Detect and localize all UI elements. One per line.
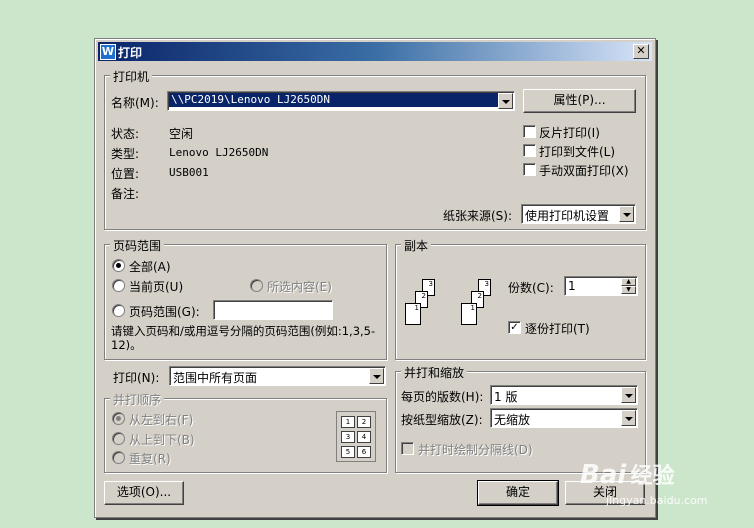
manual-duplex-label: 手动双面打印(X) — [539, 164, 629, 178]
watermark-suffix: 经验 — [630, 464, 675, 489]
order-cell: 5 — [341, 446, 355, 458]
stepper-down-icon[interactable]: ▼ — [621, 286, 636, 294]
close-window-button[interactable]: ✕ — [633, 44, 649, 59]
all-pages-label: 全部(A) — [129, 260, 171, 274]
order-cell: 4 — [357, 431, 371, 443]
repeat-label: 重复(R) — [129, 452, 171, 466]
order-cell: 2 — [357, 416, 371, 428]
printer-name-select[interactable]: \\PC2019\Lenovo LJ2650DN — [167, 91, 515, 111]
order-cell: 3 — [341, 431, 355, 443]
page-icon: 1 — [461, 303, 477, 325]
reverse-print-checkbox[interactable] — [523, 125, 536, 138]
properties-button[interactable]: 属性(P)... — [523, 89, 636, 113]
chevron-down-icon[interactable] — [619, 206, 634, 222]
all-pages-radio[interactable] — [112, 259, 125, 272]
collate-label: 逐份打印(T) — [525, 322, 590, 336]
order-preview: 1 2 3 4 5 6 — [336, 411, 376, 462]
print-what-value: 范围中所有页面 — [173, 371, 258, 385]
selection-radio[interactable] — [250, 279, 263, 292]
pages-per-sheet-label: 每页的版数(H): — [401, 390, 484, 404]
chevron-down-icon[interactable] — [621, 410, 636, 426]
stepper-up-icon[interactable]: ▲ — [621, 278, 636, 286]
print-what-select[interactable]: 范围中所有页面 — [169, 366, 386, 386]
copies-count-label: 份数(C): — [508, 281, 554, 295]
current-page-label: 当前页(U) — [129, 280, 184, 294]
options-button[interactable]: 选项(O)... — [104, 481, 184, 505]
copies-stack-icon: 3 2 1 — [405, 279, 447, 327]
page-icon: 1 — [405, 303, 421, 325]
copies-group-label: 副本 — [401, 237, 432, 254]
page-range-radio[interactable] — [112, 304, 125, 317]
top-to-bottom-radio[interactable] — [112, 432, 125, 445]
page-range-group-label: 页码范围 — [110, 237, 165, 254]
type-label: 类型: — [111, 147, 140, 161]
page-range-input[interactable] — [213, 300, 333, 320]
zoom-group-label: 并打和缩放 — [401, 364, 468, 381]
status-value: 空闲 — [169, 127, 194, 141]
print-what-label: 打印(N): — [113, 371, 160, 385]
scale-select[interactable]: 无缩放 — [490, 408, 638, 428]
left-to-right-radio[interactable] — [112, 412, 125, 425]
printer-group-label: 打印机 — [110, 68, 153, 85]
top-to-bottom-label: 从上到下(B) — [129, 433, 195, 447]
watermark-url: jingyan.baidu.com — [606, 494, 708, 507]
chevron-down-icon[interactable] — [621, 387, 636, 403]
copies-count-stepper[interactable]: 1 ▲ ▼ — [564, 276, 638, 296]
draw-lines-label: 并打时绘制分隔线(D) — [418, 443, 533, 457]
title-bar[interactable]: W 打印 ✕ — [98, 42, 652, 61]
repeat-radio[interactable] — [112, 451, 125, 464]
scale-value: 无缩放 — [494, 413, 531, 427]
draw-lines-checkbox[interactable] — [401, 442, 414, 455]
ok-button[interactable]: 确定 — [477, 480, 559, 506]
printer-name-value: \\PC2019\Lenovo LJ2650DN — [169, 93, 499, 107]
location-value: USB001 — [169, 166, 209, 179]
printer-name-label: 名称(M): — [111, 96, 159, 110]
print-order-group-label: 并打顺序 — [110, 391, 165, 408]
reverse-print-label: 反片打印(I) — [539, 126, 600, 140]
pages-per-sheet-select[interactable]: 1 版 — [490, 385, 638, 405]
print-to-file-label: 打印到文件(L) — [539, 145, 616, 159]
window-title: 打印 — [118, 46, 143, 60]
paper-source-select[interactable]: 使用打印机设置 — [521, 204, 636, 224]
comment-label: 备注: — [111, 187, 140, 201]
print-dialog: W 打印 ✕ 打印机 名称(M): \\PC2019\Lenovo LJ2650… — [94, 38, 656, 518]
status-label: 状态: — [111, 127, 140, 141]
scale-label: 按纸型缩放(Z): — [401, 413, 483, 427]
order-cell: 1 — [341, 416, 355, 428]
manual-duplex-checkbox[interactable] — [523, 163, 536, 176]
selection-label: 所选内容(E) — [267, 280, 332, 294]
page-range-label: 页码范围(G): — [129, 305, 200, 319]
left-to-right-label: 从左到右(F) — [129, 413, 194, 427]
chevron-down-icon[interactable] — [498, 93, 513, 109]
page-range-hint: 请键入页码和/或用逗号分隔的页码范围(例如:1,3,5-12)。 — [111, 324, 376, 352]
current-page-radio[interactable] — [112, 279, 125, 292]
watermark-brand: Bai — [580, 460, 627, 490]
type-value: Lenovo LJ2650DN — [169, 146, 269, 159]
wps-app-icon: W — [100, 44, 116, 60]
location-label: 位置: — [111, 167, 140, 181]
order-cell: 6 — [357, 446, 371, 458]
paper-source-label: 纸张来源(S): — [443, 209, 513, 223]
chevron-down-icon[interactable] — [369, 368, 384, 384]
print-to-file-checkbox[interactable] — [523, 144, 536, 157]
baidu-watermark: Bai 经验 — [580, 458, 674, 490]
copies-count-value: 1 — [568, 279, 576, 293]
collate-checkbox[interactable]: ✓ — [508, 321, 521, 334]
paper-source-value: 使用打印机设置 — [525, 209, 610, 223]
pages-per-sheet-value: 1 版 — [494, 390, 518, 404]
copies-stack-icon: 3 2 1 — [461, 279, 503, 327]
